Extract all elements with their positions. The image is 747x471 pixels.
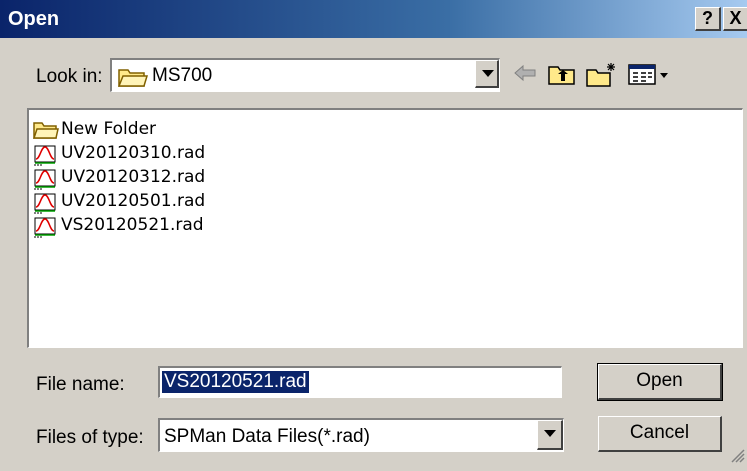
cancel-button[interactable]: Cancel: [598, 416, 722, 452]
help-button[interactable]: ?: [695, 7, 721, 31]
look-in-value: MS700: [152, 65, 213, 86]
resize-grip-icon[interactable]: [731, 447, 745, 469]
up-folder-icon[interactable]: [548, 62, 576, 92]
file-type-label: Files of type:: [36, 427, 144, 448]
look-in-dropdown-button[interactable]: [475, 60, 499, 88]
window-title: Open: [8, 8, 60, 30]
file-name-value: VS20120521.rad: [162, 371, 309, 393]
open-dialog: Open ? X Look in: MS700 New Folder UV201…: [0, 0, 747, 471]
look-in-dropdown[interactable]: MS700: [110, 58, 500, 92]
close-button[interactable]: X: [723, 7, 747, 31]
new-folder-icon[interactable]: [586, 62, 618, 94]
file-name: UV20120310.rad: [61, 143, 206, 163]
file-type-dropdown[interactable]: SPMan Data Files(*.rad): [158, 418, 564, 452]
file-name-label: File name:: [36, 374, 125, 395]
file-name: UV20120501.rad: [61, 191, 206, 211]
file-name: New Folder: [61, 119, 157, 139]
title-bar[interactable]: Open ? X: [0, 0, 747, 38]
file-name: VS20120521.rad: [61, 215, 204, 235]
folder-icon: [117, 66, 149, 94]
view-menu-icon[interactable]: [628, 62, 674, 92]
file-name-input[interactable]: VS20120521.rad: [158, 366, 562, 398]
file-list[interactable]: New Folder UV20120310.rad UV20120312.rad…: [27, 108, 743, 348]
file-type-value: SPMan Data Files(*.rad): [164, 426, 370, 447]
spectrum-file-icon: [33, 216, 59, 244]
chevron-down-icon: [482, 70, 494, 77]
folder-icon: [32, 120, 59, 146]
file-type-dropdown-button[interactable]: [537, 420, 563, 450]
chevron-down-icon: [544, 430, 556, 437]
look-in-label: Look in:: [36, 66, 103, 87]
file-name: UV20120312.rad: [61, 167, 206, 187]
back-arrow-icon[interactable]: [512, 62, 538, 90]
open-button[interactable]: Open: [597, 363, 723, 401]
